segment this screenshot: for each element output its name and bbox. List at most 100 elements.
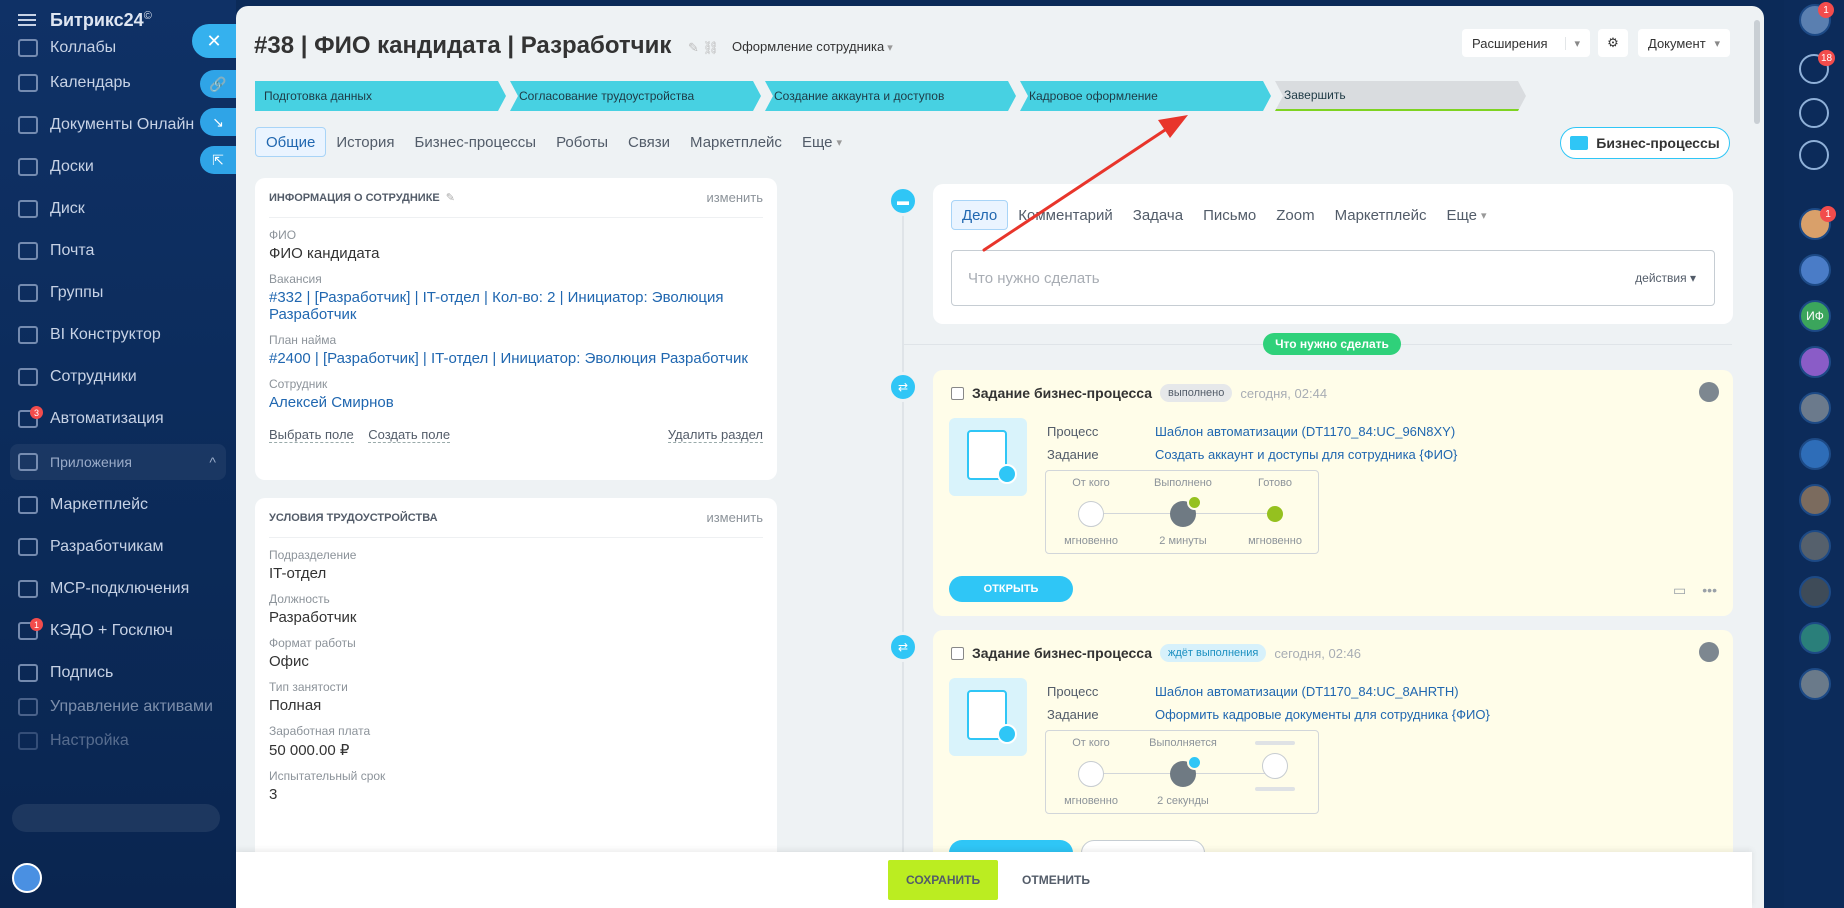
field-fio: ФИО ФИО кандидата (269, 228, 380, 262)
bizproc-button[interactable]: Бизнес-процессы (1560, 127, 1730, 159)
copilot-icon[interactable] (1799, 98, 1829, 128)
sidebar-item-bi[interactable]: BI Конструктор (0, 314, 236, 356)
tab-history[interactable]: История (326, 127, 404, 157)
notifications-badge: 18 (1818, 50, 1836, 66)
chat-avatar-5[interactable] (1799, 438, 1831, 470)
sidebar-item-automation[interactable]: 3 Автоматизация (0, 398, 236, 440)
chat-avatar-4[interactable] (1799, 392, 1831, 424)
pencil-icon[interactable]: ✎ (446, 192, 455, 204)
apps-icon (18, 453, 38, 471)
field-employee: Сотрудник Алексей Смирнов (269, 367, 763, 411)
task-2-process-link[interactable]: Шаблон автоматизации (DT1170_84:UC_8AHRT… (1155, 684, 1459, 699)
task-1-task-link[interactable]: Создать аккаунт и доступы для сотрудника… (1155, 447, 1457, 462)
clock-icon (997, 724, 1017, 744)
user-icon[interactable] (1699, 382, 1719, 402)
chat-avatar-2[interactable] (1799, 254, 1831, 286)
tab-more[interactable]: Еще ▾ (792, 127, 852, 157)
select-field-link[interactable]: Выбрать поле (269, 427, 354, 443)
chat-avatar-6[interactable] (1799, 484, 1831, 516)
editor-tab-todo[interactable]: Дело (951, 200, 1009, 230)
menu-icon[interactable] (18, 14, 36, 26)
create-field-link[interactable]: Создать поле (368, 427, 451, 443)
sidebar-item-mail[interactable]: Почта (0, 230, 236, 272)
task-1-checkbox[interactable] (951, 386, 964, 400)
logo[interactable]: Битрикс24© (50, 10, 152, 31)
editor-tab-email[interactable]: Письмо (1193, 200, 1266, 230)
tab-relations[interactable]: Связи (618, 127, 680, 157)
chat-icon[interactable] (1799, 140, 1829, 170)
sidebar-item-mcp[interactable]: МСР-подключения (0, 568, 236, 610)
stage-account[interactable]: Создание аккаунта и доступов (765, 81, 1016, 111)
task-2-task-link[interactable]: Оформить кадровые документы для сотрудни… (1155, 707, 1490, 722)
task-2-checkbox[interactable] (951, 646, 964, 660)
tab-bizproc[interactable]: Бизнес-процессы (405, 127, 547, 157)
assets-icon (18, 698, 38, 716)
chat-avatar-initials[interactable]: ИФ (1799, 300, 1831, 332)
cancel-button[interactable]: ОТМЕНИТЬ (1012, 873, 1100, 887)
editor-tab-market[interactable]: Маркетплейс (1325, 200, 1437, 230)
pipeline-selector[interactable]: Оформление сотрудника (732, 39, 893, 54)
open-new-window-button[interactable]: ⇱ (200, 146, 236, 174)
stage-bar: Подготовка данных Согласование трудоустр… (255, 81, 1530, 111)
save-button[interactable]: СОХРАНИТЬ (888, 860, 999, 900)
conditions-edit-link[interactable]: изменить (706, 510, 763, 525)
sidebar-item-kedo[interactable]: 1 КЭДО + Госключ (0, 610, 236, 652)
hiring-plan-link[interactable]: #2400 | [Разработчик] | IT-отдел | Иници… (269, 350, 763, 367)
sidebar-bottom-button[interactable] (12, 804, 220, 832)
flow-done: Выполнено 2 минуты (1154, 477, 1212, 547)
editor-tab-task[interactable]: Задача (1123, 200, 1193, 230)
chat-avatar-7[interactable] (1799, 530, 1831, 562)
actions-dropdown[interactable]: действия ▾ (1635, 271, 1696, 285)
tab-robots[interactable]: Роботы (546, 127, 618, 157)
stage-finish[interactable]: Завершить (1275, 81, 1526, 111)
copy-link-button[interactable]: 🔗 (200, 70, 236, 98)
chat-avatar-9[interactable] (1799, 622, 1831, 654)
stage-prepare[interactable]: Подготовка данных (255, 81, 506, 111)
editor-tab-more[interactable]: Еще ▾ (1436, 200, 1496, 230)
minimize-button[interactable]: ↘ (200, 108, 236, 136)
chevron-down-icon: ▾ (836, 136, 842, 149)
tab-general[interactable]: Общие (255, 127, 327, 157)
employee-link[interactable]: Алексей Смирнов (269, 394, 763, 411)
link-icon[interactable]: ⛓ (703, 40, 720, 55)
sidebar-item-disk[interactable]: Диск (0, 188, 236, 230)
sidebar-item-groups[interactable]: Группы (0, 272, 236, 314)
vacancy-link[interactable]: #332 | [Разработчик] | IT-отдел | Кол-во… (269, 289, 763, 323)
sidebar-item-boards[interactable]: Доски (0, 146, 236, 188)
kedo-badge: 1 (30, 618, 43, 631)
stage-approval[interactable]: Согласование трудоустройства (510, 81, 761, 111)
user-icon[interactable] (1699, 642, 1719, 662)
task-1-process-link[interactable]: Шаблон автоматизации (DT1170_84:UC_96N8X… (1155, 424, 1455, 439)
sidebar-item-employees[interactable]: Сотрудники (0, 356, 236, 398)
close-slider-button[interactable]: ✕ (192, 24, 236, 58)
open-task-button[interactable]: ОТКРЫТЬ (949, 576, 1073, 602)
note-icon[interactable]: ▭ (1673, 582, 1686, 599)
employee-info-edit-link[interactable]: изменить (706, 190, 763, 205)
task-1-flow: От кого мгновенно Выполнено 2 минуты Готов… (1045, 470, 1319, 554)
chevron-down-icon: ▾ (1565, 36, 1580, 50)
user-avatar[interactable] (12, 863, 42, 893)
sidebar-section-apps[interactable]: Приложения ^ (10, 444, 226, 480)
sidebar-item-assets[interactable]: Управление активами (0, 694, 236, 720)
editor-tab-comment[interactable]: Комментарий (1008, 200, 1122, 230)
sidebar-item-developers[interactable]: Разработчикам (0, 526, 236, 568)
chat-avatar-8[interactable] (1799, 576, 1831, 608)
document-button[interactable]: Документ ▾ (1638, 29, 1730, 57)
more-icon[interactable]: ••• (1702, 582, 1717, 599)
sidebar-item-settings[interactable]: Настройка (0, 720, 236, 762)
delete-section-link[interactable]: Удалить раздел (667, 427, 763, 443)
pencil-icon[interactable]: ✎ (688, 40, 699, 55)
chat-avatar-3[interactable] (1799, 346, 1831, 378)
editor-tab-zoom[interactable]: Zoom (1266, 200, 1324, 230)
chat-avatar-10[interactable] (1799, 668, 1831, 700)
field-department: Подразделение IT-отдел (269, 548, 357, 582)
tab-market[interactable]: Маркетплейс (680, 127, 792, 157)
sidebar-item-sign[interactable]: Подпись (0, 652, 236, 694)
todo-input[interactable]: Что нужно сделать действия ▾ (951, 250, 1715, 306)
panel-scrollbar[interactable] (1754, 20, 1760, 124)
sidebar-item-market[interactable]: Маркетплейс (0, 484, 236, 526)
settings-button[interactable]: ⚙ (1598, 29, 1628, 57)
extensions-button[interactable]: Расширения ▾ (1462, 29, 1590, 57)
stage-hr[interactable]: Кадровое оформление (1020, 81, 1271, 111)
field-vacancy: Вакансия #332 | [Разработчик] | IT-отдел… (269, 262, 763, 323)
